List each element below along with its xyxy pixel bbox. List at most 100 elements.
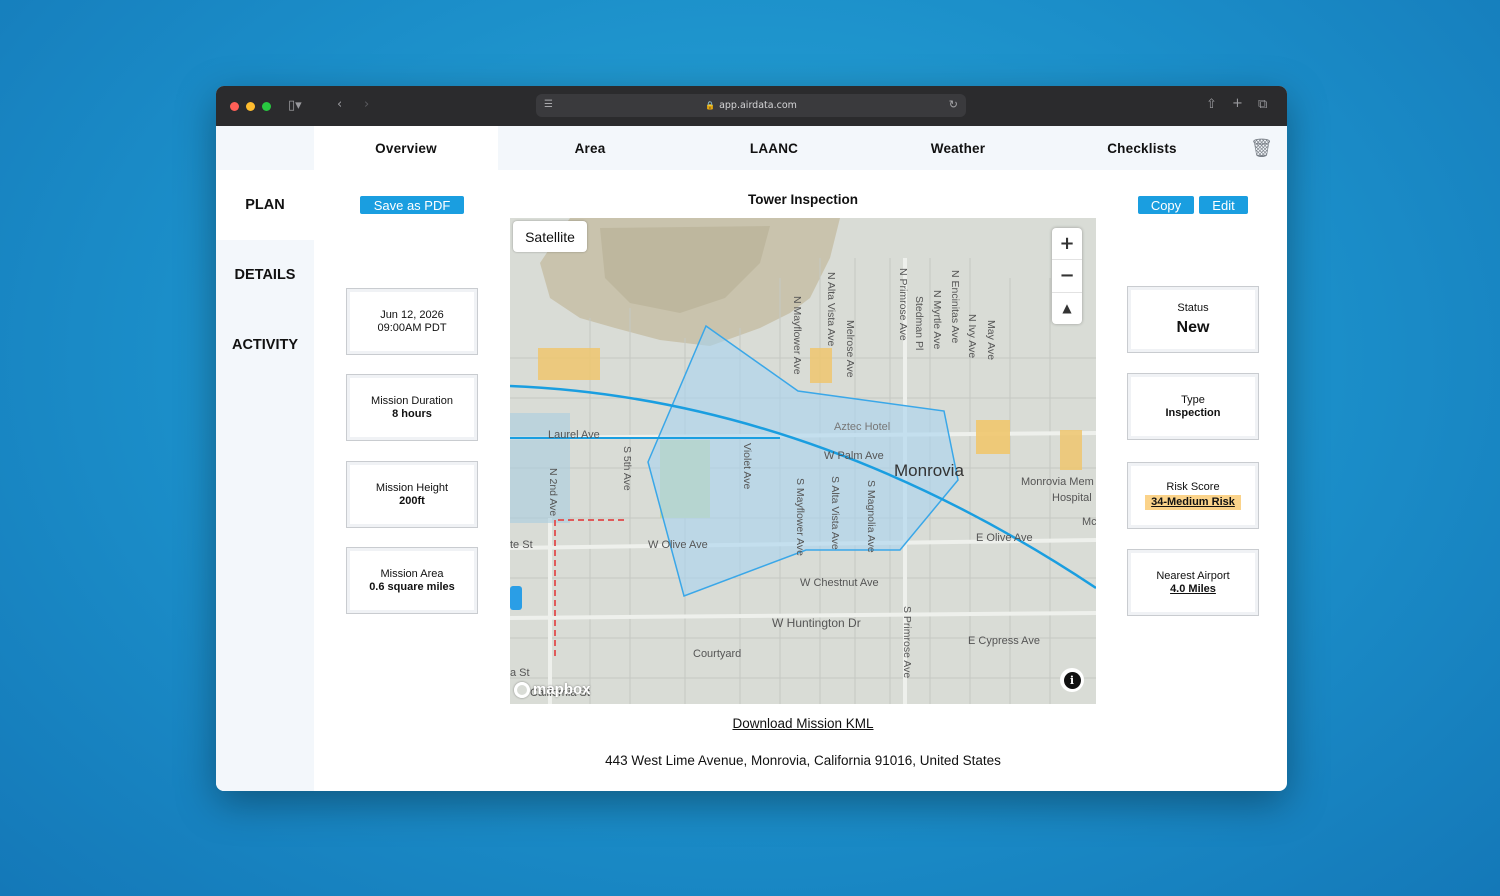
close-window-button[interactable] <box>230 101 239 111</box>
lock-icon: 🔒 <box>705 101 716 110</box>
compass-icon[interactable]: ▲ <box>1052 293 1082 324</box>
minimize-window-button[interactable] <box>246 101 255 111</box>
sidebar-toggle-icon[interactable]: ▯▾ <box>288 98 302 113</box>
satellite-toggle-button[interactable]: Satellite <box>513 221 587 252</box>
label-olive-e: E Olive Ave <box>976 532 1033 544</box>
mission-date: Jun 12, 2026 <box>380 308 444 321</box>
mission-map[interactable]: Laurel Ave Aztec Hotel W Palm Ave W Oliv… <box>510 218 1096 704</box>
yellow-zone-2 <box>810 348 832 383</box>
tab-laanc[interactable]: LAANC <box>682 126 866 170</box>
yellow-zone-1 <box>538 348 600 380</box>
type-value: Inspection <box>1165 406 1221 419</box>
label-olive-w: W Olive Ave <box>648 539 708 551</box>
save-as-pdf-button[interactable]: Save as PDF <box>360 196 464 214</box>
label-hospital-2: Hospital <box>1052 492 1092 504</box>
tab-checklists[interactable]: Checklists <box>1050 126 1234 170</box>
label-n-alta: N Alta Vista Ave <box>825 272 837 346</box>
label-s-alta: S Alta Vista Ave <box>829 476 841 550</box>
nearest-airport-link[interactable]: 4.0 Miles <box>1170 583 1216 596</box>
label-chestnut: W Chestnut Ave <box>800 577 879 589</box>
browser-window: ▯▾ ‹ › ☰ 🔒 app.airdata.com ↻ ⇧ + ⧉ Overv… <box>216 86 1287 791</box>
tab-area[interactable]: Area <box>498 126 682 170</box>
label-melrose: Melrose Ave <box>844 320 856 378</box>
sidebar-item-details[interactable]: DETAILS <box>216 240 314 310</box>
status-card: Status New <box>1127 286 1259 353</box>
share-icon[interactable]: ⇧ <box>1206 97 1217 112</box>
label-aztec: Aztec Hotel <box>834 421 890 433</box>
copy-button[interactable]: Copy <box>1138 196 1194 214</box>
tab-overview[interactable]: Overview <box>314 126 498 170</box>
type-card: Type Inspection <box>1127 373 1259 440</box>
type-label: Type <box>1181 393 1205 406</box>
browser-titlebar: ▯▾ ‹ › ☰ 🔒 app.airdata.com ↻ ⇧ + ⧉ <box>216 86 1287 126</box>
airport-label: Nearest Airport <box>1156 569 1230 582</box>
zoom-out-button[interactable]: − <box>1052 260 1082 293</box>
nav-corner <box>216 126 314 170</box>
label-violet: Violet Ave <box>741 443 753 489</box>
tab-overview-icon[interactable]: ⧉ <box>1258 97 1267 112</box>
label-may: May Ave <box>985 320 997 360</box>
label-s-mayflower: S Mayflower Ave <box>794 478 806 556</box>
mission-datetime-card: Jun 12, 2026 09:00AM PDT <box>346 288 478 355</box>
label-n-encinitas: N Encinitas Ave <box>949 270 961 344</box>
nearest-airport-card: Nearest Airport 4.0 Miles <box>1127 549 1259 616</box>
label-n-mayflower: N Mayflower Ave <box>791 296 803 375</box>
tab-weather[interactable]: Weather <box>866 126 1050 170</box>
label-s-primrose: S Primrose Ave <box>901 606 913 678</box>
label-palm: W Palm Ave <box>824 450 884 462</box>
mission-area-card: Mission Area 0.6 square miles <box>346 547 478 614</box>
mapbox-attribution[interactable]: mapbox <box>514 681 591 698</box>
label-hospital-1: Monrovia Mem <box>1021 476 1094 488</box>
mission-height-card: Mission Height 200ft <box>346 461 478 528</box>
duration-label: Mission Duration <box>371 394 453 407</box>
mapbox-text: mapbox <box>533 681 591 698</box>
url-text: app.airdata.com <box>719 100 797 111</box>
label-s-magnolia: S Magnolia Ave <box>865 480 877 553</box>
risk-score-link[interactable]: 34-Medium Risk <box>1145 495 1241 510</box>
forward-icon[interactable]: › <box>364 97 369 112</box>
label-a-st: a St <box>510 667 530 679</box>
area-label: Mission Area <box>380 567 444 580</box>
mission-title: Tower Inspection <box>747 192 858 207</box>
yellow-zone-4 <box>1060 430 1082 470</box>
height-label: Mission Height <box>375 481 449 494</box>
sidebar-item-activity[interactable]: ACTIVITY <box>216 310 314 380</box>
trash-icon[interactable]: 🗑 <box>1250 138 1273 159</box>
map-info-button[interactable]: i <box>1060 668 1084 692</box>
reload-icon[interactable]: ↻ <box>949 98 958 111</box>
label-s5th: S 5th Ave <box>621 446 633 491</box>
label-cypress: E Cypress Ave <box>968 635 1040 647</box>
label-city: Monrovia <box>894 461 964 480</box>
status-label: Status <box>1177 302 1209 314</box>
mapbox-logo-icon <box>514 681 530 698</box>
label-n-myrtle: N Myrtle Ave <box>931 290 943 349</box>
mission-duration-card: Mission Duration 8 hours <box>346 374 478 441</box>
status-value: New <box>1176 319 1210 336</box>
sidebar: PLAN DETAILS ACTIVITY <box>216 170 314 791</box>
left-edge-marker <box>510 586 522 610</box>
height-value: 200ft <box>399 494 425 507</box>
zoom-in-button[interactable]: + <box>1052 228 1082 261</box>
label-n2nd: N 2nd Ave <box>547 468 559 516</box>
zoom-window-button[interactable] <box>262 101 271 111</box>
label-n-ivy: N Ivy Ave <box>966 314 978 358</box>
map-zoom-controls: + − ▲ <box>1052 228 1082 324</box>
label-laurel: Laurel Ave <box>548 429 600 441</box>
label-courtyard: Courtyard <box>693 648 741 660</box>
sidebar-item-plan[interactable]: PLAN <box>216 170 314 240</box>
new-tab-icon[interactable]: + <box>1232 96 1243 111</box>
top-nav-tabs: Overview Area LAANC Weather Checklists 🗑 <box>314 126 1287 170</box>
label-n-primrose: N Primrose Ave <box>897 268 909 341</box>
address-bar[interactable]: ☰ 🔒 app.airdata.com ↻ <box>536 94 966 117</box>
label-stedman: Stedman Pl <box>913 296 925 350</box>
mission-time: 09:00AM PDT <box>377 321 447 334</box>
page-menu-icon[interactable]: ☰ <box>544 99 553 110</box>
label-mc: Mc <box>1082 516 1096 528</box>
download-kml-link[interactable]: Download Mission KML <box>510 716 1096 731</box>
edit-button[interactable]: Edit <box>1199 196 1248 214</box>
duration-value: 8 hours <box>392 407 432 420</box>
risk-label: Risk Score <box>1166 481 1220 493</box>
back-icon[interactable]: ‹ <box>337 97 342 112</box>
label-te-st: te St <box>510 539 533 551</box>
map-canvas: Laurel Ave Aztec Hotel W Palm Ave W Oliv… <box>510 218 1096 704</box>
